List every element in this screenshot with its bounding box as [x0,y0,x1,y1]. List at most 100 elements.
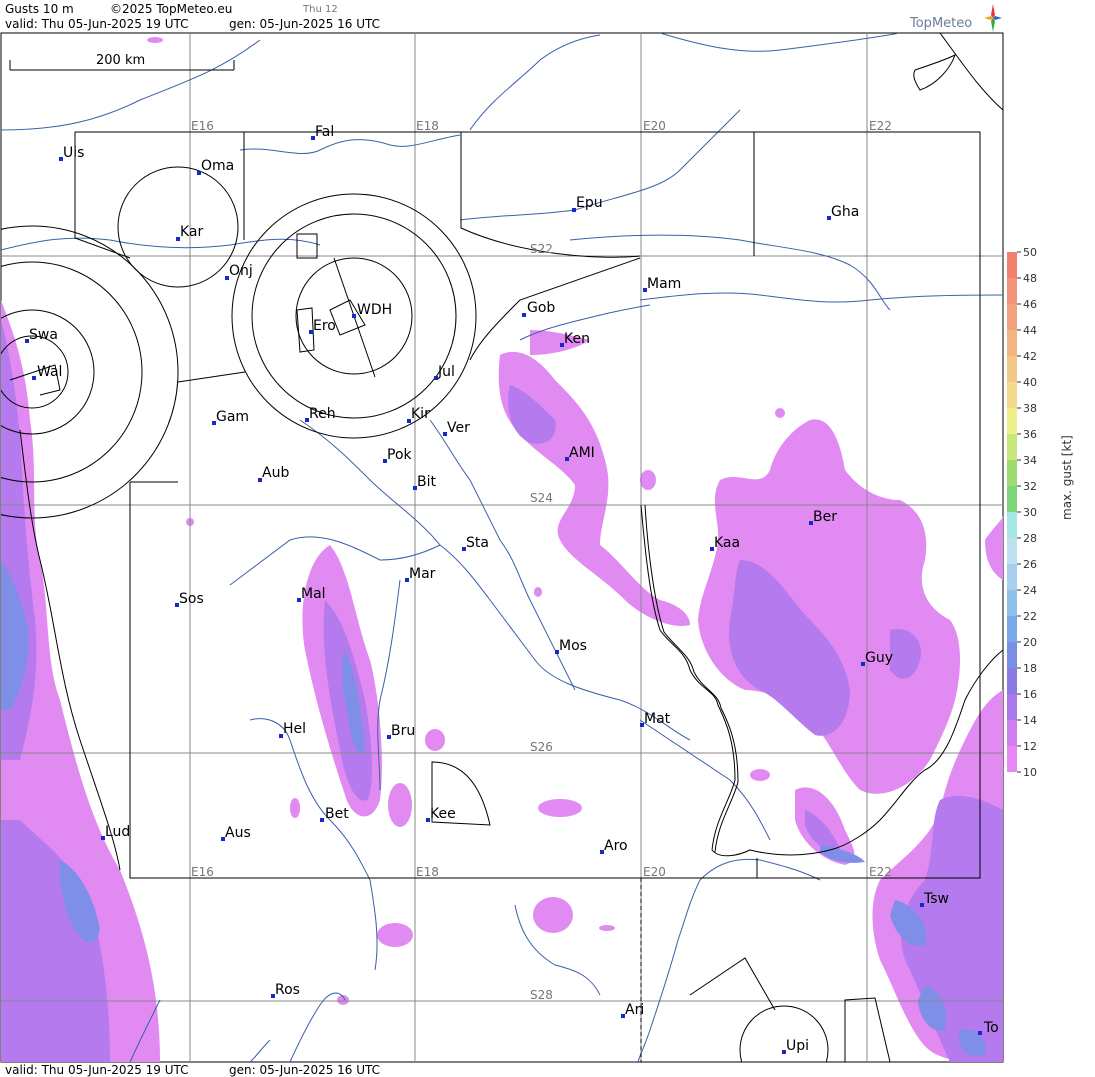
lon-label: E20 [643,119,666,133]
place-label: Mat [644,711,671,727]
legend-tick-label: 38 [1023,402,1037,415]
gust-map: Uis Fal Oma Kar Epu Gha Onj WDH Ero Mam … [0,32,1037,1063]
lon-label: E18 [416,865,439,879]
place-label: Hel [283,721,306,737]
place-label: Ken [564,331,590,347]
legend-tick-label: 12 [1023,740,1037,753]
place-label: Bru [391,723,415,739]
legend-tick-label: 10 [1023,766,1037,779]
place-label: Tsw [923,891,949,907]
legend-swatch [1007,486,1017,512]
place-label: Upi [786,1038,809,1054]
legend-tick-label: 42 [1023,350,1037,363]
place-label: Pok [387,447,413,463]
place-label: Aro [604,838,628,854]
generated-time: gen: 05-Jun-2025 16 UTC [229,17,381,31]
place-label: Ros [275,982,300,998]
place-label: Gam [216,409,249,425]
lon-label: E22 [869,865,892,879]
legend-tick-label: 32 [1023,480,1037,493]
place-label: Ver [447,420,470,436]
lat-label: S28 [530,988,553,1002]
place-label: Swa [29,327,58,343]
place-label: Aus [225,825,251,841]
place-label: Ber [813,509,837,525]
legend-tick-label: 36 [1023,428,1037,441]
place-label: Mam [647,276,681,292]
lat-label: S26 [530,740,553,754]
legend-swatch [1007,304,1017,330]
legend-tick-label: 20 [1023,636,1037,649]
place-label: Kir [411,406,430,422]
place-label: Mal [301,586,326,602]
place-label: Sta [466,535,489,551]
legend-tick-label: 16 [1023,688,1037,701]
legend-tick-label: 28 [1023,532,1037,545]
legend-swatch [1007,564,1017,590]
valid-time: valid: Thu 05-Jun-2025 19 UTC [5,17,189,31]
legend-tick-label: 24 [1023,584,1037,597]
place-label: Wal [37,364,62,380]
place-label: Ero [313,318,336,334]
place-label: Reh [309,406,336,422]
day-label: Thu 12 [303,4,338,15]
legend-tick-label: 14 [1023,714,1037,727]
place-label: Mar [409,566,436,582]
lon-label: E18 [416,119,439,133]
legend-tick-label: 50 [1023,246,1037,259]
legend-swatch [1007,668,1017,694]
legend-tick-label: 26 [1023,558,1037,571]
product-title: Gusts 10 m [5,2,74,16]
lat-label: S22 [530,242,553,256]
place-label: Gha [831,204,859,220]
lon-label: E22 [869,119,892,133]
lat-label: S24 [530,491,553,505]
place-label: Epu [576,195,603,211]
legend-tick-label: 18 [1023,662,1037,675]
legend-tick-label: 48 [1023,272,1037,285]
legend-tick-label: 40 [1023,376,1037,389]
place-label: Uis [63,145,84,161]
lon-label: E16 [191,865,214,879]
scale-bar-label: 200 km [96,53,145,68]
footer-valid-time: valid: Thu 05-Jun-2025 19 UTC [5,1063,189,1077]
place-label: Lud [105,824,130,840]
brand-name: TopMeteo [910,16,973,31]
place-label: WDH [357,302,392,318]
footer-generated-time: gen: 05-Jun-2025 16 UTC [229,1063,381,1077]
legend-swatch [1007,278,1017,304]
place-label: Kee [430,806,456,822]
lon-label: E16 [191,119,214,133]
topmeteo-logo: TopMeteo [910,4,1002,32]
legend-tick-label: 46 [1023,298,1037,311]
place-label: Ari [625,1002,644,1018]
legend-swatch [1007,382,1017,408]
legend-swatch [1007,720,1017,746]
legend-tick-label: 34 [1023,454,1037,467]
legend-swatch [1007,512,1017,538]
legend-swatch [1007,408,1017,434]
place-label: Bet [325,806,349,822]
legend-tick-label: 44 [1023,324,1037,337]
legend-swatch [1007,590,1017,616]
place-label: Guy [865,650,893,666]
copyright: ©2025 TopMeteo.eu [110,2,233,16]
legend-swatch [1007,434,1017,460]
place-label: To [983,1020,999,1036]
legend-swatch [1007,642,1017,668]
legend-swatch [1007,330,1017,356]
place-label: Fal [315,124,334,140]
legend-tick-label: 30 [1023,506,1037,519]
legend-swatch [1007,616,1017,642]
place-label: AMI [569,445,595,461]
place-label: Kar [180,224,204,240]
place-label: Oma [201,158,234,174]
legend-title: max. gust [kt] [1060,435,1074,520]
legend-swatch [1007,252,1017,278]
legend-swatch [1007,356,1017,382]
legend-swatch [1007,460,1017,486]
compass-icon [984,4,1002,32]
lon-label: E20 [643,865,666,879]
place-label: Bit [417,474,436,490]
legend-tick-label: 22 [1023,610,1037,623]
